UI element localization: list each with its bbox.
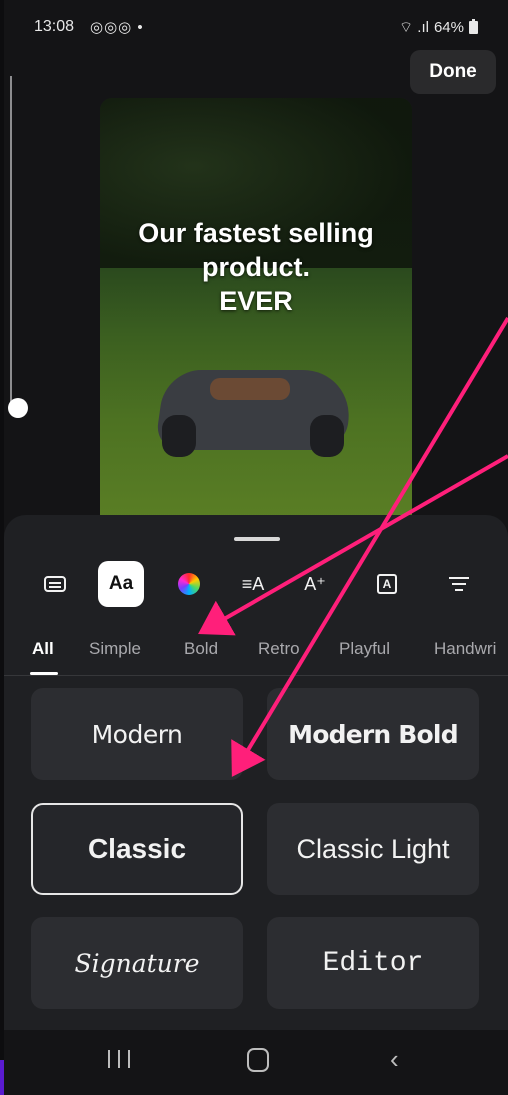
- story-text[interactable]: Our fastest selling product. EVER: [100, 216, 412, 318]
- text-toolbar: Aa ≡A A⁺ A: [4, 561, 508, 611]
- keyboard-button[interactable]: [32, 561, 78, 607]
- system-nav-bar: ‹: [4, 1030, 508, 1095]
- battery-percent: 64%: [433, 19, 464, 36]
- text-size-slider[interactable]: [8, 76, 28, 418]
- status-right: ⌔ .ıl 64%: [399, 18, 478, 37]
- story-text-line-3: EVER: [219, 286, 293, 316]
- text-animation-icon: ≡A: [241, 573, 265, 594]
- battery-icon: [469, 19, 478, 34]
- font-style-icon: Aa: [108, 573, 134, 594]
- font-option-modern[interactable]: Modern: [31, 688, 243, 780]
- story-text-line-1: Our fastest selling: [138, 218, 374, 248]
- font-option-signature[interactable]: Signature: [31, 917, 243, 1009]
- notification-icons: ◎◎◎ •: [90, 19, 144, 36]
- tab-all[interactable]: All: [32, 639, 54, 659]
- wifi-signal-icon: ⌔ .ıl: [399, 19, 429, 36]
- story-text-line-2: product.: [202, 252, 310, 282]
- font-option-classic-light[interactable]: Classic Light: [267, 803, 479, 895]
- tab-simple[interactable]: Simple: [89, 639, 141, 659]
- tab-handwriting[interactable]: Handwri: [434, 639, 496, 659]
- status-time: 13:08: [34, 18, 75, 35]
- color-button[interactable]: [166, 561, 212, 607]
- tab-playful[interactable]: Playful: [339, 639, 390, 659]
- phone-screen: 13:08 ◎◎◎ • ⌔ .ıl 64% Done Our fastest s…: [4, 0, 508, 1095]
- story-preview: Our fastest selling product. EVER: [100, 98, 412, 528]
- text-size-icon: A⁺: [304, 573, 326, 594]
- active-tab-indicator: [30, 672, 58, 675]
- font-option-editor[interactable]: Editor: [267, 917, 479, 1009]
- text-animation-button[interactable]: ≡A: [230, 561, 276, 607]
- sheet-drag-handle[interactable]: [234, 537, 280, 541]
- text-size-button[interactable]: A⁺: [292, 561, 338, 607]
- font-option-modern-bold[interactable]: Modern Bold: [267, 688, 479, 780]
- alignment-button[interactable]: [436, 561, 482, 607]
- text-background-icon: A: [377, 574, 397, 594]
- alignment-icon: [449, 577, 469, 591]
- back-icon[interactable]: ‹: [390, 1044, 399, 1075]
- status-bar: 13:08 ◎◎◎ • ⌔ .ıl 64%: [4, 0, 508, 56]
- font-picker-sheet: Aa ≡A A⁺ A All Simple Bold Retro Playful…: [4, 515, 508, 1030]
- text-background-button[interactable]: A: [364, 561, 410, 607]
- tab-bold[interactable]: Bold: [184, 639, 218, 659]
- text-size-slider-thumb[interactable]: [8, 398, 28, 418]
- robot-mower-image: [150, 360, 360, 460]
- recent-apps-icon[interactable]: [108, 1050, 130, 1068]
- font-category-tabs: All Simple Bold Retro Playful Handwri: [4, 633, 508, 676]
- tab-retro[interactable]: Retro: [258, 639, 300, 659]
- font-style-button[interactable]: Aa: [98, 561, 144, 607]
- home-icon[interactable]: [247, 1048, 269, 1072]
- font-option-classic[interactable]: Classic: [31, 803, 243, 895]
- done-button[interactable]: Done: [410, 50, 496, 94]
- color-wheel-icon: [178, 573, 200, 595]
- keyboard-icon: [44, 576, 66, 592]
